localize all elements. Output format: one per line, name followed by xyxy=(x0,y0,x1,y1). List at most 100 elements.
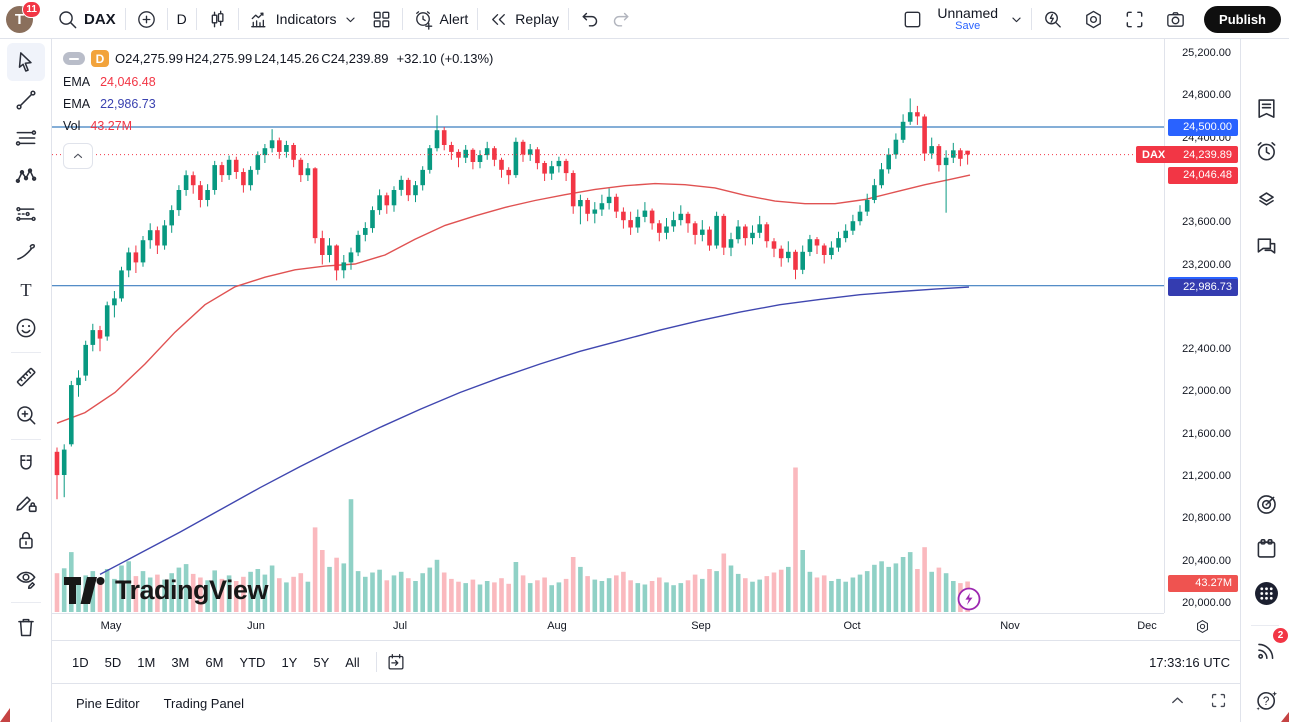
tab-trading-panel[interactable]: Trading Panel xyxy=(164,696,244,711)
price-tick: 20,800.00 xyxy=(1182,512,1231,524)
indicator-templates-button[interactable] xyxy=(368,0,402,38)
sidebar-stock-screener-button[interactable] xyxy=(1249,487,1283,521)
chart-pane[interactable]: D O24,275.99H24,275.99L24,145.26C24,239.… xyxy=(52,39,1164,613)
time-axis[interactable]: MayJunJulAugSepOctNovDec xyxy=(52,613,1164,640)
interval-badge[interactable]: D xyxy=(91,50,109,67)
tool-hide-all-drawings[interactable] xyxy=(7,559,45,597)
tool-text[interactable]: T xyxy=(7,271,45,309)
tool-forecast[interactable] xyxy=(7,195,45,233)
tool-lock-all-drawings[interactable] xyxy=(7,521,45,559)
tool-cursor[interactable] xyxy=(7,43,45,81)
tradingview-app: T 11 DAX D Indicators xyxy=(0,0,1289,722)
xabcd-pattern-icon xyxy=(13,163,39,189)
panel-maximize-button[interactable] xyxy=(1209,691,1228,715)
fullscreen-button[interactable] xyxy=(1114,0,1155,38)
sidebar-chat-button[interactable] xyxy=(1249,229,1283,263)
tool-brush[interactable] xyxy=(7,233,45,271)
volume-legend-row[interactable]: Vol 43.27M xyxy=(63,119,493,133)
sidebar-news-flow-button[interactable]: 2 xyxy=(1249,633,1283,667)
tool-drawing-edit-lock[interactable] xyxy=(7,483,45,521)
range-1y[interactable]: 1Y xyxy=(273,651,305,674)
alert-clock-icon xyxy=(412,8,435,31)
clock-utc[interactable]: 17:33:16 UTC xyxy=(1149,655,1230,670)
undo-button[interactable] xyxy=(569,0,610,38)
undo-icon xyxy=(578,8,601,31)
range-all[interactable]: All xyxy=(337,651,367,674)
chevron-down-icon xyxy=(342,11,359,28)
range-3m[interactable]: 3M xyxy=(163,651,197,674)
replay-button[interactable]: Replay xyxy=(478,0,568,38)
tool-trend-line[interactable] xyxy=(7,81,45,119)
fullscreen-icon xyxy=(1123,8,1146,31)
quick-search-button[interactable] xyxy=(1032,0,1073,38)
layout-dropdown-button[interactable] xyxy=(1002,0,1031,38)
price-tick: 21,200.00 xyxy=(1182,470,1231,482)
range-1m[interactable]: 1M xyxy=(129,651,163,674)
layout-name-button[interactable]: Unnamed Save xyxy=(933,6,1002,32)
indicators-label: Indicators xyxy=(276,11,337,27)
time-tick-nov: Nov xyxy=(1000,620,1020,632)
ema-fast-legend-row[interactable]: EMA 24,046.48 xyxy=(63,75,493,89)
user-avatar[interactable]: T 11 xyxy=(6,6,33,33)
quick-search-icon xyxy=(1041,8,1064,31)
chart-style-button[interactable] xyxy=(197,0,238,38)
sidebar-help-center-button[interactable]: ? xyxy=(1249,683,1283,717)
tab-pine-editor[interactable]: Pine Editor xyxy=(76,696,140,711)
range-6m[interactable]: 6M xyxy=(197,651,231,674)
ohlc-l: L24,145.26 xyxy=(254,51,319,66)
snapshot-button[interactable] xyxy=(1155,0,1196,38)
magnet-icon xyxy=(13,451,39,477)
ema-slow-legend-row[interactable]: EMA 22,986.73 xyxy=(63,97,493,111)
time-tick-aug: Aug xyxy=(547,620,567,632)
symbol-search-button[interactable]: DAX xyxy=(47,0,125,38)
sidebar-apps-button[interactable] xyxy=(1249,576,1283,610)
settings-button[interactable] xyxy=(1073,0,1114,38)
main-series-legend-row[interactable]: D O24,275.99H24,275.99L24,145.26C24,239.… xyxy=(63,50,493,67)
collapse-series-icon[interactable] xyxy=(63,52,85,65)
range-ytd[interactable]: YTD xyxy=(231,651,273,674)
fib-retracement-icon xyxy=(13,125,39,151)
sidebar-watchlist-button[interactable] xyxy=(1249,91,1283,125)
tool-zoom-in[interactable] xyxy=(7,396,45,434)
tool-magnet[interactable] xyxy=(7,445,45,483)
zoom-in-icon xyxy=(13,402,39,428)
range-5d[interactable]: 5D xyxy=(97,651,130,674)
alert-button[interactable]: Alert xyxy=(403,0,478,38)
range-1d[interactable]: 1D xyxy=(64,651,97,674)
sidebar-alerts-button[interactable] xyxy=(1249,134,1283,168)
tradingview-logo xyxy=(64,577,106,604)
tool-emoji[interactable] xyxy=(7,309,45,347)
legend-collapse-button[interactable] xyxy=(63,143,93,169)
save-label[interactable]: Save xyxy=(955,21,980,33)
goto-date-button[interactable] xyxy=(385,651,407,673)
candles-icon xyxy=(206,8,229,31)
volume-label: Vol xyxy=(63,119,80,133)
compare-add-symbol-button[interactable] xyxy=(126,0,167,38)
indicators-button[interactable]: Indicators xyxy=(239,0,368,38)
publish-button[interactable]: Publish xyxy=(1204,6,1281,33)
replay-label: Replay xyxy=(515,11,559,27)
redo-button[interactable] xyxy=(610,0,642,38)
svg-text:T: T xyxy=(20,280,31,300)
axis-settings-corner[interactable] xyxy=(1164,613,1240,640)
camera-icon xyxy=(1164,8,1187,31)
ema-fast-value: 24,046.48 xyxy=(100,75,156,89)
drawing-toolbar: T xyxy=(0,39,52,722)
bottom-panel: Pine Editor Trading Panel xyxy=(52,683,1240,722)
ohlc-c: C24,239.89 xyxy=(321,51,388,66)
sidebar-object-tree-button[interactable] xyxy=(1249,181,1283,215)
tool-ruler[interactable] xyxy=(7,358,45,396)
sidebar-economic-calendar-button[interactable] xyxy=(1249,531,1283,565)
remove-objects-icon xyxy=(13,614,39,640)
range-5y[interactable]: 5Y xyxy=(305,651,337,674)
layout-select-button[interactable] xyxy=(892,0,933,38)
tool-remove-objects[interactable] xyxy=(7,608,45,646)
tool-fib-retracement[interactable] xyxy=(7,119,45,157)
interval-button[interactable]: D xyxy=(168,0,196,38)
price-axis[interactable]: 25,200.0024,800.0024,400.0023,600.0023,2… xyxy=(1164,39,1240,613)
sidebar-news-flow-badge: 2 xyxy=(1272,627,1289,644)
panel-expand-button[interactable] xyxy=(1168,691,1187,715)
price-tick: 20,000.00 xyxy=(1182,597,1231,609)
text-icon: T xyxy=(13,277,39,303)
tool-xabcd-pattern[interactable] xyxy=(7,157,45,195)
